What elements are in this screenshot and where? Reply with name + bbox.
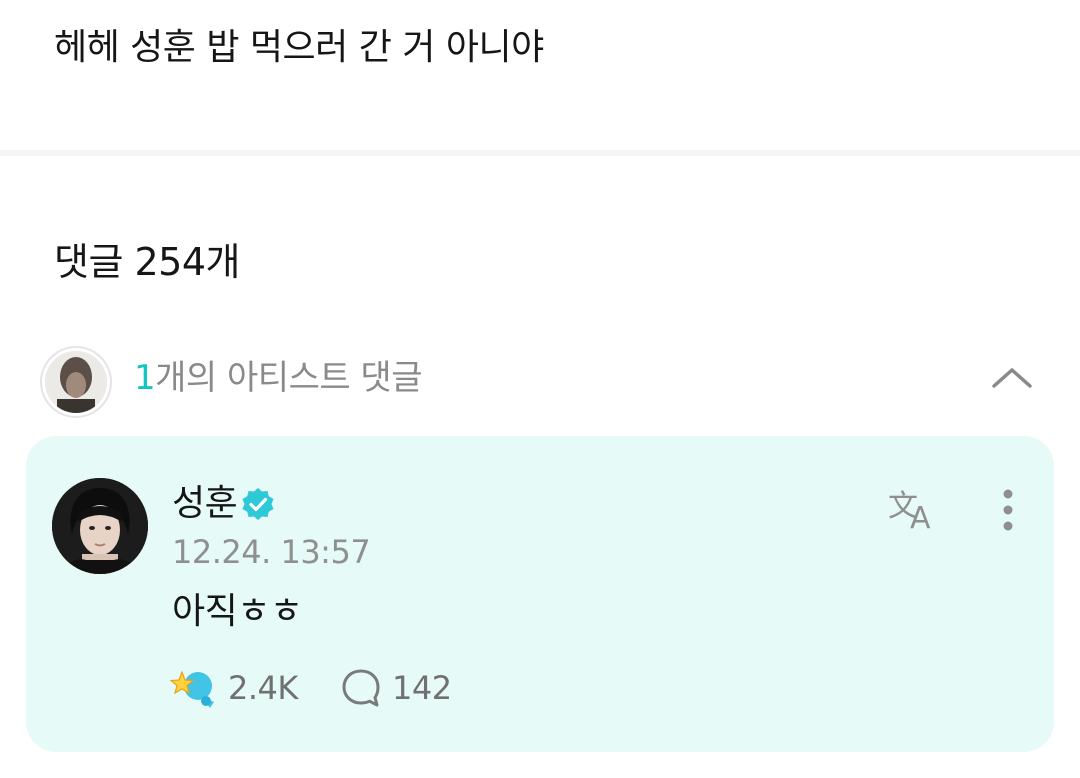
translate-button[interactable]: 文 A <box>886 486 942 536</box>
cheer-icon <box>170 670 214 708</box>
comments-count-header: 댓글 254개 <box>54 240 241 284</box>
artist-comments-count: 1 <box>134 358 156 398</box>
verified-check-icon <box>242 488 274 520</box>
translate-icon: 文 A <box>888 489 931 536</box>
reply-count: 142 <box>392 669 452 707</box>
cheer-button[interactable]: 2.4K <box>170 664 298 712</box>
artist-comments-text: 개의 아티스트 댓글 <box>155 358 422 398</box>
reply-button[interactable]: 142 <box>340 664 452 712</box>
artist-comments-label: 1개의 아티스트 댓글 <box>134 356 422 400</box>
speech-bubble-icon <box>342 669 380 707</box>
more-options-button[interactable] <box>992 488 1024 536</box>
comment-timestamp: 12.24. 13:57 <box>172 533 371 571</box>
author-name[interactable]: 성훈 <box>172 482 238 526</box>
more-vertical-icon <box>1003 489 1013 531</box>
comment-body: 아직ㅎㅎ <box>172 591 303 632</box>
artist-comments-toggle-row[interactable]: 1개의 아티스트 댓글 <box>40 346 1040 418</box>
chevron-up-icon <box>992 368 1032 388</box>
author-avatar[interactable] <box>52 478 148 574</box>
post-text: 헤헤 성훈 밥 먹으러 간 거 아니야 <box>54 27 544 68</box>
artist-avatar-small <box>42 348 110 416</box>
collapse-button[interactable] <box>990 358 1034 398</box>
svg-text:A: A <box>910 501 931 534</box>
section-divider <box>0 150 1080 156</box>
artist-comment-card: 성훈 12.24. 13:57 아직ㅎㅎ 文 A 2.4K 142 <box>26 436 1054 752</box>
cheer-count: 2.4K <box>228 669 298 707</box>
